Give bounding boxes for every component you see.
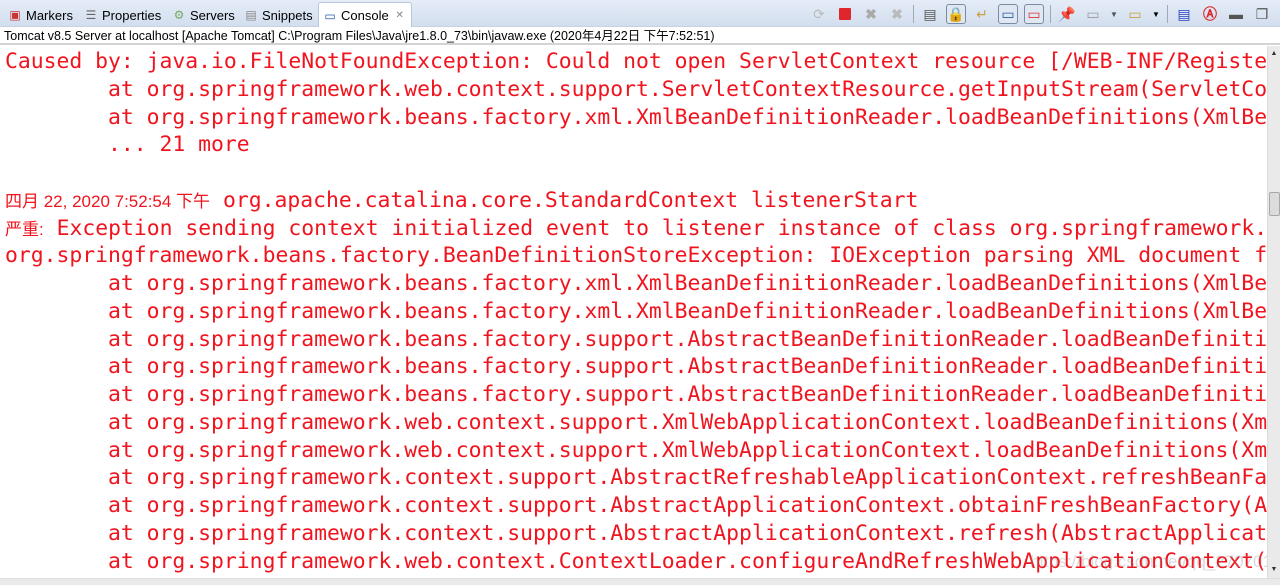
tab-properties[interactable]: ☰ Properties <box>80 3 165 27</box>
show-on-stderr-icon[interactable]: ▭ <box>1024 4 1044 24</box>
markers-icon: ▣ <box>9 8 21 22</box>
console-line: at org.springframework.web.context.suppo… <box>108 76 1267 102</box>
tab-console[interactable]: ▭ Console ✕ <box>318 2 412 28</box>
console-line: at org.springframework.beans.factory.sup… <box>5 382 1267 407</box>
console-caption: Tomcat v8.5 Server at localhost [Apache … <box>0 27 1280 45</box>
minimize-icon[interactable]: ▬ <box>1226 4 1246 24</box>
console-line: org.springframework.beans.factory.BeanDe… <box>5 243 1267 269</box>
log-timestamp: 四月 22, 2020 7:52:54 下午 <box>5 191 211 211</box>
console-icon: ▭ <box>324 8 336 23</box>
console-line: at org.springframework.web.context.suppo… <box>5 437 1267 463</box>
console-line: ... 21 more <box>5 132 250 158</box>
close-icon[interactable]: ✕ <box>393 9 407 23</box>
snippets-icon: ▤ <box>245 8 257 22</box>
console-line: at org.springframework.context.support.A… <box>5 493 1267 518</box>
servers-icon: ⚙ <box>173 8 185 22</box>
console-line: at org.springframework.beans.factory.xml… <box>108 104 1267 130</box>
outline-icon[interactable]: ▤ <box>1174 4 1194 24</box>
vertical-scrollbar[interactable]: ▲ ▼ <box>1267 46 1280 578</box>
console-output[interactable]: Caused by: java.io.FileNotFoundException… <box>0 46 1267 578</box>
maximize-icon[interactable]: ❐ <box>1252 4 1272 24</box>
properties-icon: ☰ <box>85 8 97 22</box>
horizontal-scrollbar[interactable] <box>0 578 1280 585</box>
annotation-icon[interactable]: Ⓐ <box>1200 4 1220 24</box>
separator <box>1167 5 1168 23</box>
console-line: at org.springframework.beans.factory.sup… <box>5 354 1267 380</box>
remove-launch-icon[interactable]: ✖ <box>861 4 881 24</box>
scroll-up-icon[interactable]: ▲ <box>1268 48 1280 60</box>
tab-snippets[interactable]: ▤ Snippets <box>240 3 317 27</box>
watermark: https://blog.csdn.net/qq_27070113 <box>1030 552 1280 571</box>
log-line-severe: 严重: Exception sending context initialize… <box>5 215 1267 243</box>
tab-markers[interactable]: ▣ Markers <box>4 3 77 27</box>
console-line: at org.springframework.context.support.A… <box>5 520 1267 546</box>
tab-servers[interactable]: ⚙ Servers <box>168 3 239 27</box>
restart-icon[interactable]: ⟳ <box>809 4 829 24</box>
clear-console-icon[interactable]: ▤ <box>920 4 940 24</box>
scroll-lock-icon[interactable]: 🔒 <box>946 4 966 24</box>
log-message: Exception sending context initialized ev… <box>56 215 1267 241</box>
show-on-stdout-icon[interactable]: ▭ <box>998 4 1018 24</box>
terminate-icon[interactable] <box>835 4 855 24</box>
word-wrap-icon[interactable]: ↵ <box>972 4 992 24</box>
console-line: at org.springframework.context.support.A… <box>5 465 1267 491</box>
dropdown-icon[interactable]: ▼ <box>1151 4 1161 24</box>
scrollbar-thumb[interactable] <box>1269 192 1280 216</box>
console-line: at org.springframework.beans.factory.xml… <box>5 298 1267 324</box>
log-message: org.apache.catalina.core.StandardContext… <box>210 187 919 213</box>
console-line: Caused by: java.io.FileNotFoundException… <box>5 49 1267 74</box>
display-console-icon[interactable]: ▭ <box>1083 4 1103 24</box>
console-toolbar: ⟳ ✖ ✖ ▤ 🔒 ↵ ▭ ▭ 📌 ▭ ▼ ▭ ▼ ▤ Ⓐ ▬ ❐ <box>809 2 1280 26</box>
separator <box>1050 5 1051 23</box>
scroll-down-icon[interactable]: ▼ <box>1268 564 1280 576</box>
open-console-icon[interactable]: ▭ <box>1125 4 1145 24</box>
log-level: 严重: <box>5 219 44 239</box>
log-line-info: 四月 22, 2020 7:52:54 下午 org.apache.catali… <box>5 187 1267 215</box>
console-line: at org.springframework.beans.factory.xml… <box>5 271 1267 296</box>
remove-all-terminated-icon[interactable]: ✖ <box>887 4 907 24</box>
view-tab-bar: ▣ Markers ☰ Properties ⚙ Servers ▤ Snippets … <box>0 0 1280 28</box>
console-line: at org.springframework.beans.factory.sup… <box>5 326 1267 352</box>
separator <box>913 5 914 23</box>
console-line: at org.springframework.web.context.suppo… <box>5 409 1267 435</box>
pin-console-icon[interactable]: 📌 <box>1057 4 1077 24</box>
dropdown-icon[interactable]: ▼ <box>1109 4 1119 24</box>
